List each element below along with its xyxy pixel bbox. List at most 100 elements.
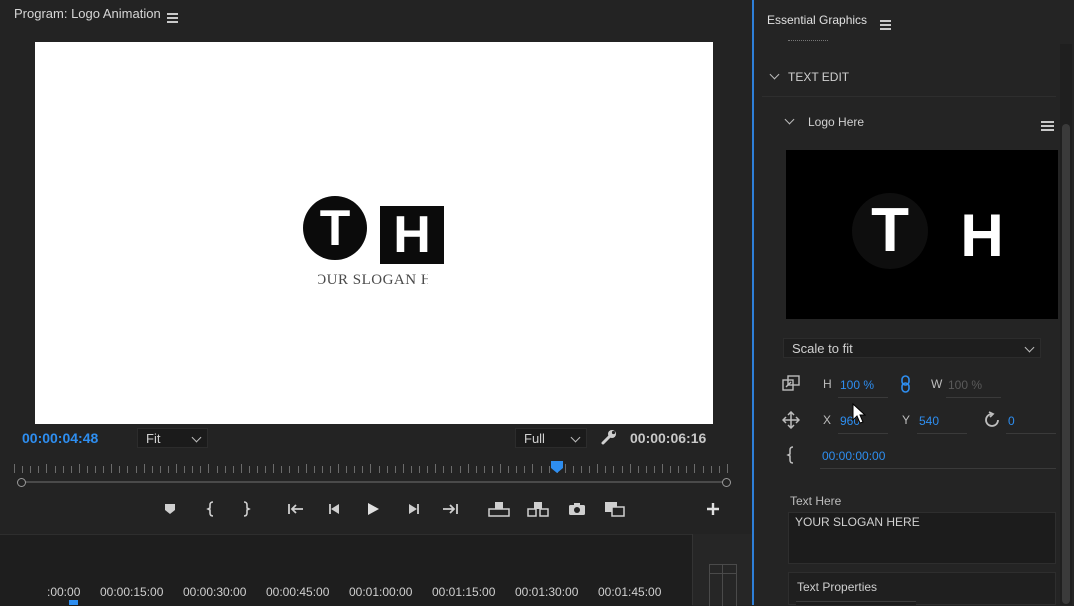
ruler-tick — [329, 466, 331, 473]
layer-name[interactable]: Logo Here — [808, 115, 864, 129]
playback-resolution-value: Full — [524, 431, 545, 446]
scale-mode-select[interactable]: Scale to fit — [783, 338, 1041, 358]
ruler-tick — [410, 466, 412, 473]
text-properties-label: Text Properties — [797, 580, 878, 594]
slogan-text: YOUR SLOGAN HERE — [318, 272, 428, 288]
program-canvas[interactable] — [35, 42, 713, 424]
y-label: Y — [902, 413, 911, 427]
step-back-button[interactable] — [325, 500, 345, 518]
time-ruler[interactable] — [14, 460, 728, 476]
program-monitor-panel: Program: Logo Animation T H YOUR SLOGAN … — [0, 0, 753, 606]
zoom-level-value: Fit — [146, 431, 161, 446]
settings-wrench-icon[interactable] — [600, 428, 618, 446]
zoom-level-select[interactable]: Fit — [137, 428, 208, 448]
ruler-tick — [516, 466, 518, 473]
timeline-time-label: 00:01:30:00 — [515, 585, 579, 599]
ruler-tick — [427, 466, 429, 473]
go-to-out-button[interactable] — [440, 500, 460, 518]
text-here-field[interactable]: YOUR SLOGAN HERE — [788, 512, 1056, 564]
start-timecode-value[interactable]: 00:00:00:00 — [822, 449, 885, 463]
ruler-tick — [30, 466, 32, 473]
scrolled-section-remnant — [766, 38, 1056, 44]
section-text-edit[interactable]: TEXT EDIT — [788, 70, 849, 84]
playback-resolution-select[interactable]: Full — [515, 428, 587, 448]
zoom-scrollbar[interactable] — [20, 481, 728, 483]
rotation-value[interactable]: 0 — [1008, 414, 1015, 428]
mark-in-button[interactable] — [201, 500, 221, 518]
ruler-tick — [289, 466, 291, 473]
move-icon — [781, 410, 801, 430]
scrollbar-left-handle[interactable] — [17, 478, 26, 487]
ruler-tick — [419, 466, 420, 473]
timeline-playhead[interactable] — [69, 600, 78, 605]
playhead-marker[interactable] — [550, 460, 563, 473]
panel-menu-icon[interactable] — [167, 13, 178, 23]
ruler-tick — [605, 466, 607, 473]
ruler-tick — [232, 466, 234, 473]
ruler-tick — [305, 464, 307, 473]
comparison-view-button[interactable] — [604, 500, 626, 518]
ruler-tick — [135, 466, 137, 473]
ruler-tick — [532, 464, 534, 473]
go-to-in-button[interactable] — [286, 500, 306, 518]
panel-scrollbar-thumb[interactable] — [1062, 124, 1070, 604]
ruler-tick — [240, 464, 242, 473]
y-position-value[interactable]: 540 — [919, 414, 939, 428]
add-marker-button[interactable] — [160, 500, 180, 518]
ruler-tick — [370, 464, 372, 473]
step-forward-icon — [409, 504, 419, 514]
ruler-tick — [70, 466, 72, 473]
ruler-tick — [467, 464, 469, 473]
text-here-label: Text Here — [790, 494, 842, 508]
ruler-tick — [111, 464, 113, 473]
ruler-tick — [346, 466, 348, 473]
ruler-tick — [159, 466, 161, 473]
ruler-tick — [629, 464, 631, 473]
width-underline — [946, 397, 1001, 398]
button-editor-add-button[interactable] — [703, 500, 723, 518]
width-value[interactable]: 100 % — [948, 378, 982, 392]
program-monitor-title: Program: Logo Animation — [14, 6, 161, 21]
text-here-value: YOUR SLOGAN HERE — [795, 515, 920, 529]
ruler-tick — [103, 466, 105, 473]
ruler-tick — [581, 466, 582, 473]
step-forward-button[interactable] — [403, 500, 423, 518]
play-button[interactable] — [363, 500, 383, 518]
extract-button[interactable] — [527, 500, 549, 518]
ruler-tick — [483, 466, 485, 473]
mark-out-button[interactable] — [236, 500, 256, 518]
lift-button[interactable] — [488, 500, 510, 518]
current-timecode[interactable]: 00:00:04:48 — [22, 430, 98, 446]
export-frame-button[interactable] — [567, 500, 587, 518]
audio-meter-panel — [692, 534, 753, 606]
height-value[interactable]: 100 % — [840, 378, 874, 392]
ruler-tick — [572, 466, 574, 473]
ruler-tick — [459, 466, 461, 473]
ruler-tick — [524, 466, 526, 473]
ruler-tick — [678, 466, 680, 473]
panel-menu-icon[interactable] — [880, 20, 891, 30]
ruler-tick — [362, 466, 364, 473]
rotation-underline — [1006, 433, 1056, 434]
ruler-tick — [508, 466, 510, 473]
ruler-tick — [475, 466, 477, 473]
ruler-tick — [46, 464, 48, 473]
ruler-tick — [143, 464, 145, 473]
chevron-down-icon — [191, 432, 202, 443]
link-icon[interactable] — [899, 375, 913, 393]
layer-menu-icon[interactable] — [1041, 121, 1055, 131]
font-select-remnant[interactable] — [796, 601, 916, 605]
ruler-tick — [435, 464, 437, 473]
scrollbar-right-handle[interactable] — [722, 478, 731, 487]
y-underline — [917, 433, 967, 434]
ruler-tick — [265, 466, 267, 473]
height-underline — [838, 397, 888, 398]
ruler-tick — [176, 464, 177, 473]
marker-icon — [165, 504, 175, 514]
thumbnail-right-letter: H — [960, 202, 1004, 269]
panel-scrollbar-track[interactable] — [1060, 44, 1072, 605]
play-icon — [368, 503, 379, 515]
timecode-underline — [820, 468, 1056, 469]
ruler-tick — [613, 466, 615, 473]
ruler-tick — [564, 464, 566, 473]
